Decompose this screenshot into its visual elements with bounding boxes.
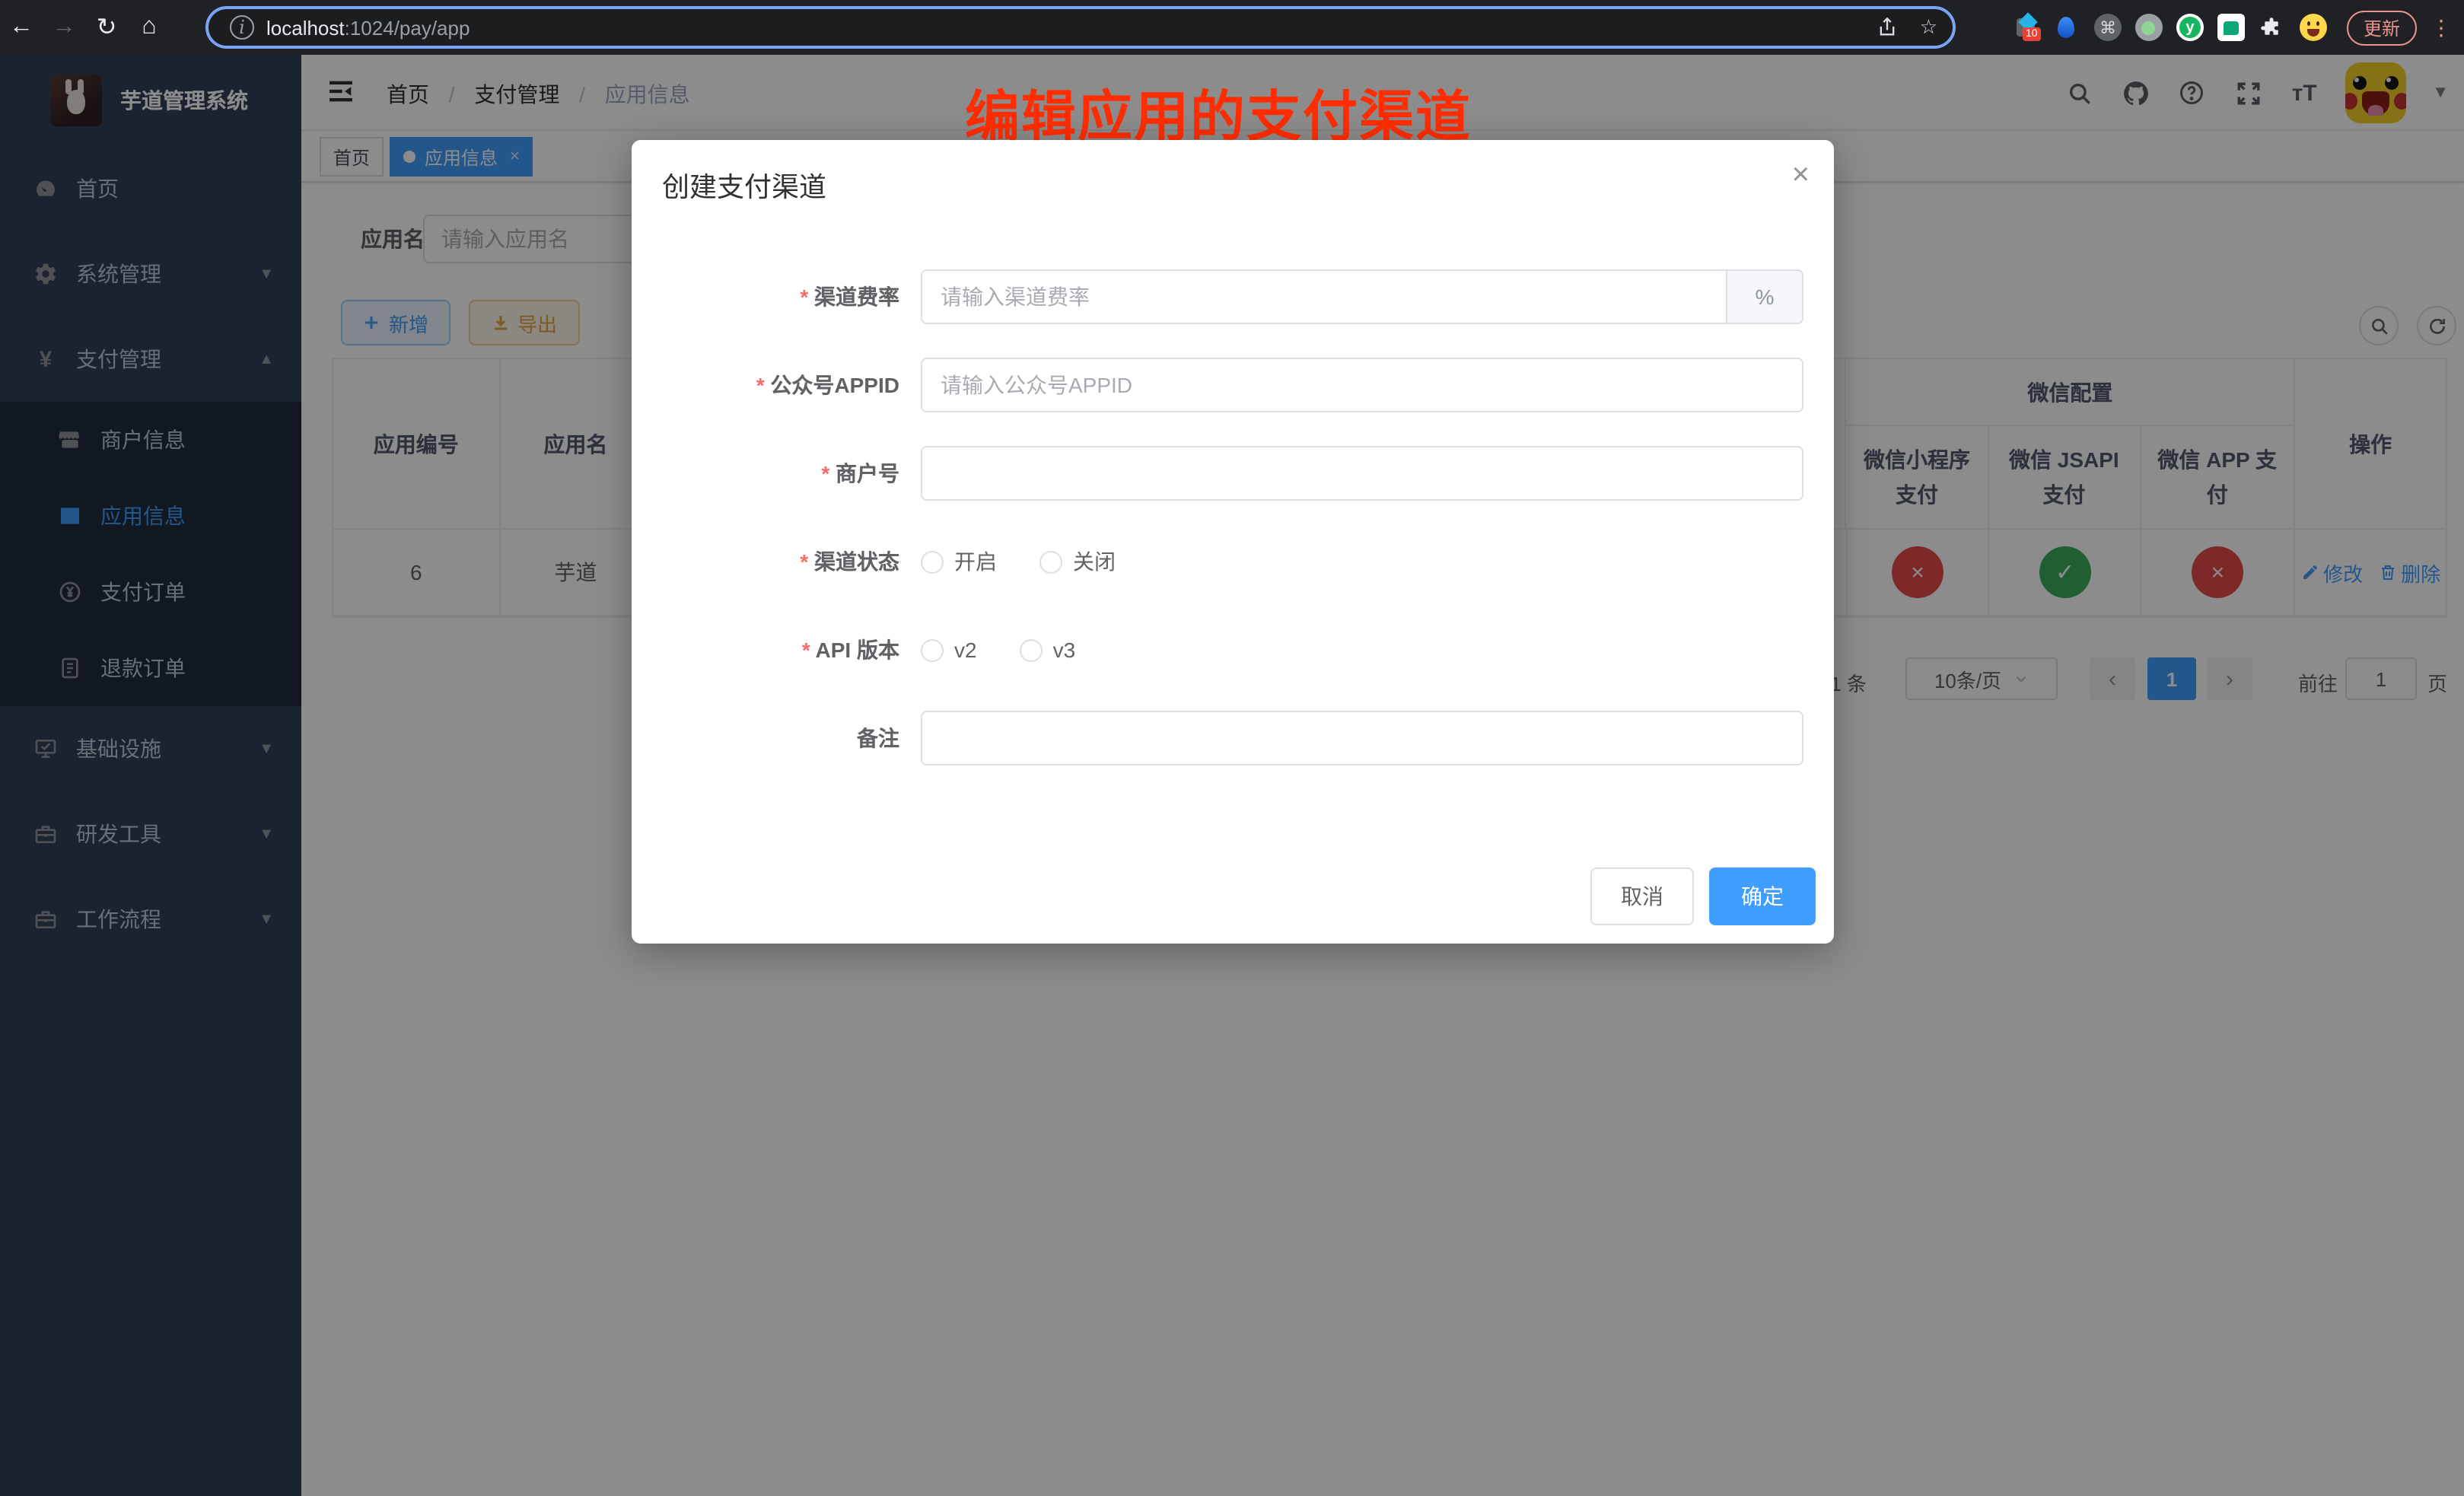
extensions-puzzle-icon[interactable] [2259, 14, 2286, 41]
status-radio-closed[interactable]: 关闭 [1039, 546, 1116, 577]
address-bar[interactable]: i localhost:1024/pay/app ☆ [205, 6, 1956, 49]
browser-reload-icon[interactable]: ↻ [85, 12, 128, 43]
merchant-input[interactable] [921, 446, 1803, 501]
url-text[interactable]: localhost:1024/pay/app [266, 16, 1856, 39]
browser-extensions: 10 ⌘ y 更新 ⋮ [2012, 0, 2452, 55]
bookmark-star-icon[interactable]: ☆ [1920, 15, 1937, 40]
site-info-icon[interactable]: i [230, 15, 254, 40]
merchant-label: 商户号 [662, 458, 921, 489]
url-path: :1024/pay/app [345, 16, 470, 39]
radio-circle-icon [921, 550, 944, 573]
extension-chat-icon[interactable] [2217, 14, 2245, 41]
profile-emoji-icon[interactable] [2300, 14, 2327, 41]
share-icon[interactable] [1877, 17, 1899, 38]
browser-chrome: ← → ↻ ⌂ i localhost:1024/pay/app ☆ 10 ⌘ … [0, 0, 2464, 55]
dialog-footer: 取消 确定 [1590, 867, 1816, 944]
form-row-remark: 备注 [662, 711, 1803, 766]
create-pay-channel-dialog: 创建支付渠道 × 渠道费率 % 公众号APPID 商户号 [632, 140, 1834, 944]
form-row-rate: 渠道费率 % [662, 269, 1803, 324]
radio-label: v2 [954, 638, 977, 662]
remark-input[interactable] [921, 711, 1803, 766]
form-row-appid: 公众号APPID [662, 358, 1803, 412]
confirm-button[interactable]: 确定 [1709, 867, 1816, 925]
app-window: 芋道管理系统 首页 系统管理 ▼ ¥ 支付管理 ▲ [0, 55, 2464, 1496]
extension-y-icon[interactable]: y [2176, 14, 2204, 41]
form-row-api: API 版本 v2 v3 [662, 622, 1803, 677]
browser-menu-icon[interactable]: ⋮ [2431, 14, 2452, 40]
status-label: 渠道状态 [662, 546, 921, 577]
form-row-status: 渠道状态 开启 关闭 [662, 534, 1803, 589]
form-row-merchant: 商户号 [662, 446, 1803, 501]
radio-circle-icon [921, 638, 944, 661]
extension-pinned-icon[interactable]: 10 [2012, 14, 2039, 41]
api-label: API 版本 [662, 635, 921, 665]
status-radio-open[interactable]: 开启 [921, 546, 997, 577]
appid-input[interactable] [921, 358, 1803, 412]
extension-command-icon[interactable]: ⌘ [2094, 14, 2122, 41]
extension-dot-icon[interactable] [2135, 14, 2163, 41]
browser-forward-icon[interactable]: → [43, 14, 85, 41]
extension-balloon-icon[interactable] [2053, 14, 2080, 41]
rate-input[interactable] [921, 269, 1727, 324]
extension-badge: 10 [2023, 27, 2041, 41]
cancel-button[interactable]: 取消 [1590, 867, 1694, 925]
dialog-close-icon[interactable]: × [1792, 158, 1810, 193]
radio-label: 开启 [954, 546, 997, 577]
appid-label: 公众号APPID [662, 370, 921, 400]
radio-circle-icon [1039, 550, 1062, 573]
browser-back-icon[interactable]: ← [0, 14, 43, 41]
dialog-title: 创建支付渠道 [662, 166, 826, 205]
rate-label: 渠道费率 [662, 282, 921, 312]
radio-label: v3 [1053, 638, 1076, 662]
screen: ← → ↻ ⌂ i localhost:1024/pay/app ☆ 10 ⌘ … [0, 0, 2464, 1496]
radio-circle-icon [1020, 638, 1043, 661]
radio-label: 关闭 [1073, 546, 1116, 577]
rate-suffix: % [1727, 269, 1803, 324]
browser-home-icon[interactable]: ⌂ [128, 14, 170, 41]
browser-update-button[interactable]: 更新 [2347, 10, 2417, 45]
api-radio-v2[interactable]: v2 [921, 638, 977, 662]
remark-label: 备注 [662, 723, 921, 753]
url-host: localhost [266, 16, 345, 39]
api-radio-v3[interactable]: v3 [1020, 638, 1076, 662]
